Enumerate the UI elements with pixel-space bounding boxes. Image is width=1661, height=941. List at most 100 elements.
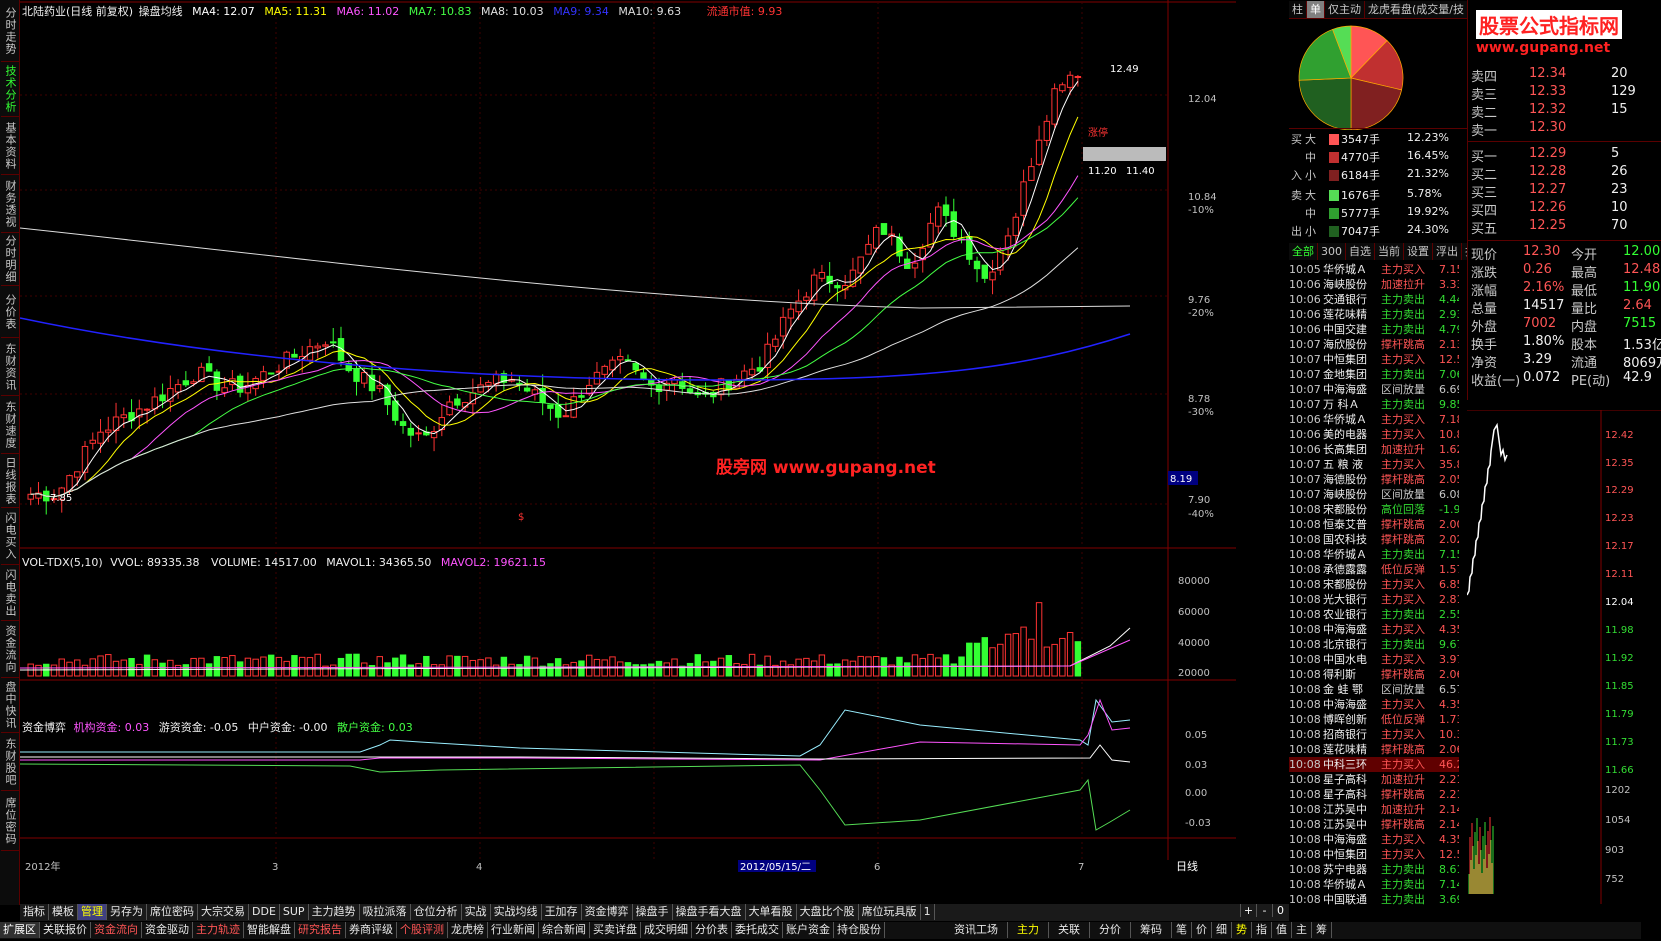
radar-row[interactable]: 10:08中海海盛 主力买入 4.35/3 bbox=[1289, 622, 1459, 637]
intraday-chart[interactable]: 12.48 12.42 12.35 12.29 12.23 12.17 12.11 12.04… bbox=[1467, 410, 1661, 904]
panel-tab-2[interactable]: 关联 bbox=[1049, 922, 1090, 938]
radar-row[interactable]: 10:07五 粮 液 主力买入 35.81/ bbox=[1289, 457, 1459, 472]
radar-row[interactable]: 10:08农业银行 主力卖出 2.55/4 bbox=[1289, 607, 1459, 622]
function-tab-7[interactable]: 券商评级 bbox=[346, 922, 397, 938]
function-tab-6[interactable]: 研究报告 bbox=[295, 922, 346, 938]
right-tab-0[interactable]: 柱 bbox=[1289, 1, 1307, 18]
indicator-tab-bar[interactable]: 指标 模板 管理 另存为 席位密码 大宗交易 DDE SUP 主力趋势 吸拉派落 仓位分析 实战 实战均… bbox=[20, 904, 1289, 921]
indicator-tab-6[interactable]: DDE bbox=[249, 904, 280, 920]
zoom-btn-2[interactable]: 0 bbox=[1272, 904, 1288, 917]
function-tab-4[interactable]: 主力轨迹 bbox=[193, 922, 244, 938]
zoom-btn-0[interactable]: + bbox=[1240, 904, 1256, 917]
indicator-tab-20[interactable]: 1 bbox=[921, 904, 935, 920]
radar-row[interactable]: 10:08星子高科 撑杆跳高 2.215% bbox=[1289, 787, 1459, 802]
radar-row[interactable]: 10:08博晖创新 低位反弹 1.733% bbox=[1289, 712, 1459, 727]
filter-tab-1[interactable]: 300 bbox=[1318, 243, 1346, 260]
radar-row[interactable]: 10:07中恒集团 主力买入 12.58/ bbox=[1289, 352, 1459, 367]
kline-chart[interactable]: 12.04 10.84 -10% 9.76 -20% 8.78 -30% 7.90 -40% 8.… bbox=[20, 0, 1236, 904]
function-tab-10[interactable]: 行业新闻 bbox=[488, 922, 539, 938]
sidebar-tab-13[interactable]: 东财股吧 bbox=[1, 733, 19, 791]
sidebar-tab-12[interactable]: 盘中快讯 bbox=[1, 678, 19, 733]
radar-row[interactable]: 10:08星子高科 加速拉升 2.215% bbox=[1289, 772, 1459, 787]
radar-row[interactable]: 10:06中国交建 主力卖出 4.79/4 bbox=[1289, 322, 1459, 337]
right-tab-3[interactable]: 龙虎看盘(成交量/技 bbox=[1365, 1, 1467, 18]
radar-row[interactable]: 10:07海欣股份 撑杆跳高 2.139% bbox=[1289, 337, 1459, 352]
filter-tab-2[interactable]: 自选 bbox=[1346, 243, 1375, 260]
sidebar-tab-2[interactable]: 基本资料 bbox=[1, 117, 19, 175]
detail-tab-4[interactable]: 指 bbox=[1252, 922, 1272, 938]
radar-row[interactable]: 10:08国农科技 撑杆跳高 2.023% bbox=[1289, 532, 1459, 547]
indicator-tab-16[interactable]: 操盘手看大盘 bbox=[673, 904, 746, 920]
function-tab-15[interactable]: 委托成交 bbox=[732, 922, 783, 938]
indicator-tab-8[interactable]: 主力趋势 bbox=[309, 904, 360, 920]
radar-row[interactable]: 10:07海峡股份 区间放量 6.082% bbox=[1289, 487, 1459, 502]
filter-tab-4[interactable]: 设置 bbox=[1404, 243, 1433, 260]
radar-row[interactable]: 10:06长高集团 加速拉升 1.621% bbox=[1289, 442, 1459, 457]
function-tab-12[interactable]: 买卖详盘 bbox=[590, 922, 641, 938]
panel-tab-1[interactable]: 主力 bbox=[1008, 922, 1049, 938]
function-tab-2[interactable]: 资金流向 bbox=[91, 922, 142, 938]
indicator-tab-4[interactable]: 席位密码 bbox=[147, 904, 198, 920]
chart-canvas[interactable]: 12.04 10.84 -10% 9.76 -20% 8.78 -30% 7.90 -40% 8.… bbox=[20, 0, 1236, 904]
radar-row[interactable]: 10:08江苏吴中 撑杆跳高 2.142% bbox=[1289, 817, 1459, 832]
radar-row[interactable]: 10:08得利斯 撑杆跳高 2.069% bbox=[1289, 667, 1459, 682]
radar-row[interactable]: 10:08光大银行 主力买入 2.81/1 bbox=[1289, 592, 1459, 607]
radar-row[interactable]: 10:08金 蛙 鄂 区间放量 6.575% bbox=[1289, 682, 1459, 697]
indicator-tab-19[interactable]: 席位玩具版 bbox=[859, 904, 921, 920]
zoom-controls[interactable]: + -0 bbox=[1240, 904, 1289, 921]
filter-tab-3[interactable]: 当前 bbox=[1375, 243, 1404, 260]
right-panel-tabs[interactable]: 柱单仅主动 龙虎看盘(成交量/技 bbox=[1289, 1, 1467, 19]
radar-row[interactable]: 10:08宋都股份 高位回落 -1.911 bbox=[1289, 502, 1459, 517]
detail-tab-5[interactable]: 值 bbox=[1272, 922, 1292, 938]
detail-tab-0[interactable]: 笔 bbox=[1172, 922, 1192, 938]
filter-tab-0[interactable]: 全部 bbox=[1289, 243, 1318, 260]
indicator-tab-1[interactable]: 模板 bbox=[49, 904, 78, 920]
detail-tab-3[interactable]: 势 bbox=[1232, 922, 1252, 938]
radar-row[interactable]: 10:07万 科Ａ 主力卖出 9.85/3 bbox=[1289, 397, 1459, 412]
radar-row[interactable]: 10:07中海海盛 区间放量 6.693% bbox=[1289, 382, 1459, 397]
function-tab-9[interactable]: 龙虎榜 bbox=[448, 922, 488, 938]
panel-tab-0[interactable]: 资讯工场 bbox=[945, 922, 1008, 938]
detail-tab-7[interactable]: 筹 bbox=[1312, 922, 1332, 938]
filter-tab-5[interactable]: 浮出 bbox=[1433, 243, 1462, 260]
indicator-tab-14[interactable]: 资金博弈 bbox=[582, 904, 633, 920]
sidebar-tab-4[interactable]: 分时明细 bbox=[1, 233, 19, 286]
filter-tabs[interactable]: 全部300自选当前设置浮出折 bbox=[1289, 243, 1467, 260]
function-tab-0[interactable]: 扩展区 bbox=[0, 922, 40, 938]
function-tab-bar[interactable]: 扩展区 关联报价 资金流向 资金驱动 主力轨迹 智能解盘 研究报告 券商评级 个股评测 龙虎榜 行业… bbox=[0, 922, 1641, 939]
indicator-tab-0[interactable]: 指标 bbox=[20, 904, 49, 920]
panel-tab-3[interactable]: 分价 bbox=[1090, 922, 1131, 938]
indicator-tab-13[interactable]: 王加存 bbox=[542, 904, 582, 920]
radar-row[interactable]: 10:08苏宁电器 主力卖出 8.61/3 bbox=[1289, 862, 1459, 877]
radar-row[interactable]: 10:08恒泰艾普 撑杆跳高 2.005% bbox=[1289, 517, 1459, 532]
radar-row[interactable]: 10:08招商银行 主力买入 10.36/ bbox=[1289, 727, 1459, 742]
indicator-tab-9[interactable]: 吸拉派落 bbox=[360, 904, 411, 920]
sidebar-tab-5[interactable]: 分价表 bbox=[1, 286, 19, 338]
function-tab-13[interactable]: 成交明细 bbox=[641, 922, 692, 938]
radar-row[interactable]: 10:08莲花味精 撑杆跳高 2.062% bbox=[1289, 742, 1459, 757]
sidebar-tab-0[interactable]: 分时走势 bbox=[1, 0, 19, 62]
zoom-btn-1[interactable]: - bbox=[1256, 904, 1272, 917]
sidebar-tab-11[interactable]: 资金流向 bbox=[1, 621, 19, 678]
indicator-tab-17[interactable]: 大单看股 bbox=[746, 904, 797, 920]
sidebar-tab-7[interactable]: 东财速度 bbox=[1, 396, 19, 454]
sidebar-tab-1[interactable]: 技术分析 bbox=[1, 62, 19, 117]
indicator-tab-15[interactable]: 操盘手 bbox=[633, 904, 673, 920]
right-tab-2[interactable]: 仅主动 bbox=[1325, 1, 1365, 18]
radar-row[interactable]: 10:08中海海盛 主力买入 4.35/7 bbox=[1289, 832, 1459, 847]
function-tab-14[interactable]: 分价表 bbox=[692, 922, 732, 938]
function-tab-8[interactable]: 个股评测 bbox=[397, 922, 448, 938]
radar-row[interactable]: 10:08中科三环 主力买入 46.25/ bbox=[1289, 757, 1459, 772]
sidebar-tab-6[interactable]: 东财资讯 bbox=[1, 338, 19, 396]
detail-tab-1[interactable]: 价 bbox=[1192, 922, 1212, 938]
indicator-tab-3[interactable]: 另存为 bbox=[107, 904, 147, 920]
radar-row[interactable]: 10:07海德股份 撑杆跳高 2.058% bbox=[1289, 472, 1459, 487]
indicator-tab-11[interactable]: 实战 bbox=[462, 904, 491, 920]
panel-tab-4[interactable]: 筹码 bbox=[1131, 922, 1172, 938]
radar-row[interactable]: 10:06莲花味精 主力卖出 2.93/3 bbox=[1289, 307, 1459, 322]
function-tab-3[interactable]: 资金驱动 bbox=[142, 922, 193, 938]
radar-row[interactable]: 10:08中恒集团 主力买入 12.59/ bbox=[1289, 847, 1459, 862]
function-tab-5[interactable]: 智能解盘 bbox=[244, 922, 295, 938]
sidebar-tab-10[interactable]: 闪电卖出 bbox=[1, 565, 19, 621]
sidebar-tab-8[interactable]: 日线报表 bbox=[1, 454, 19, 508]
